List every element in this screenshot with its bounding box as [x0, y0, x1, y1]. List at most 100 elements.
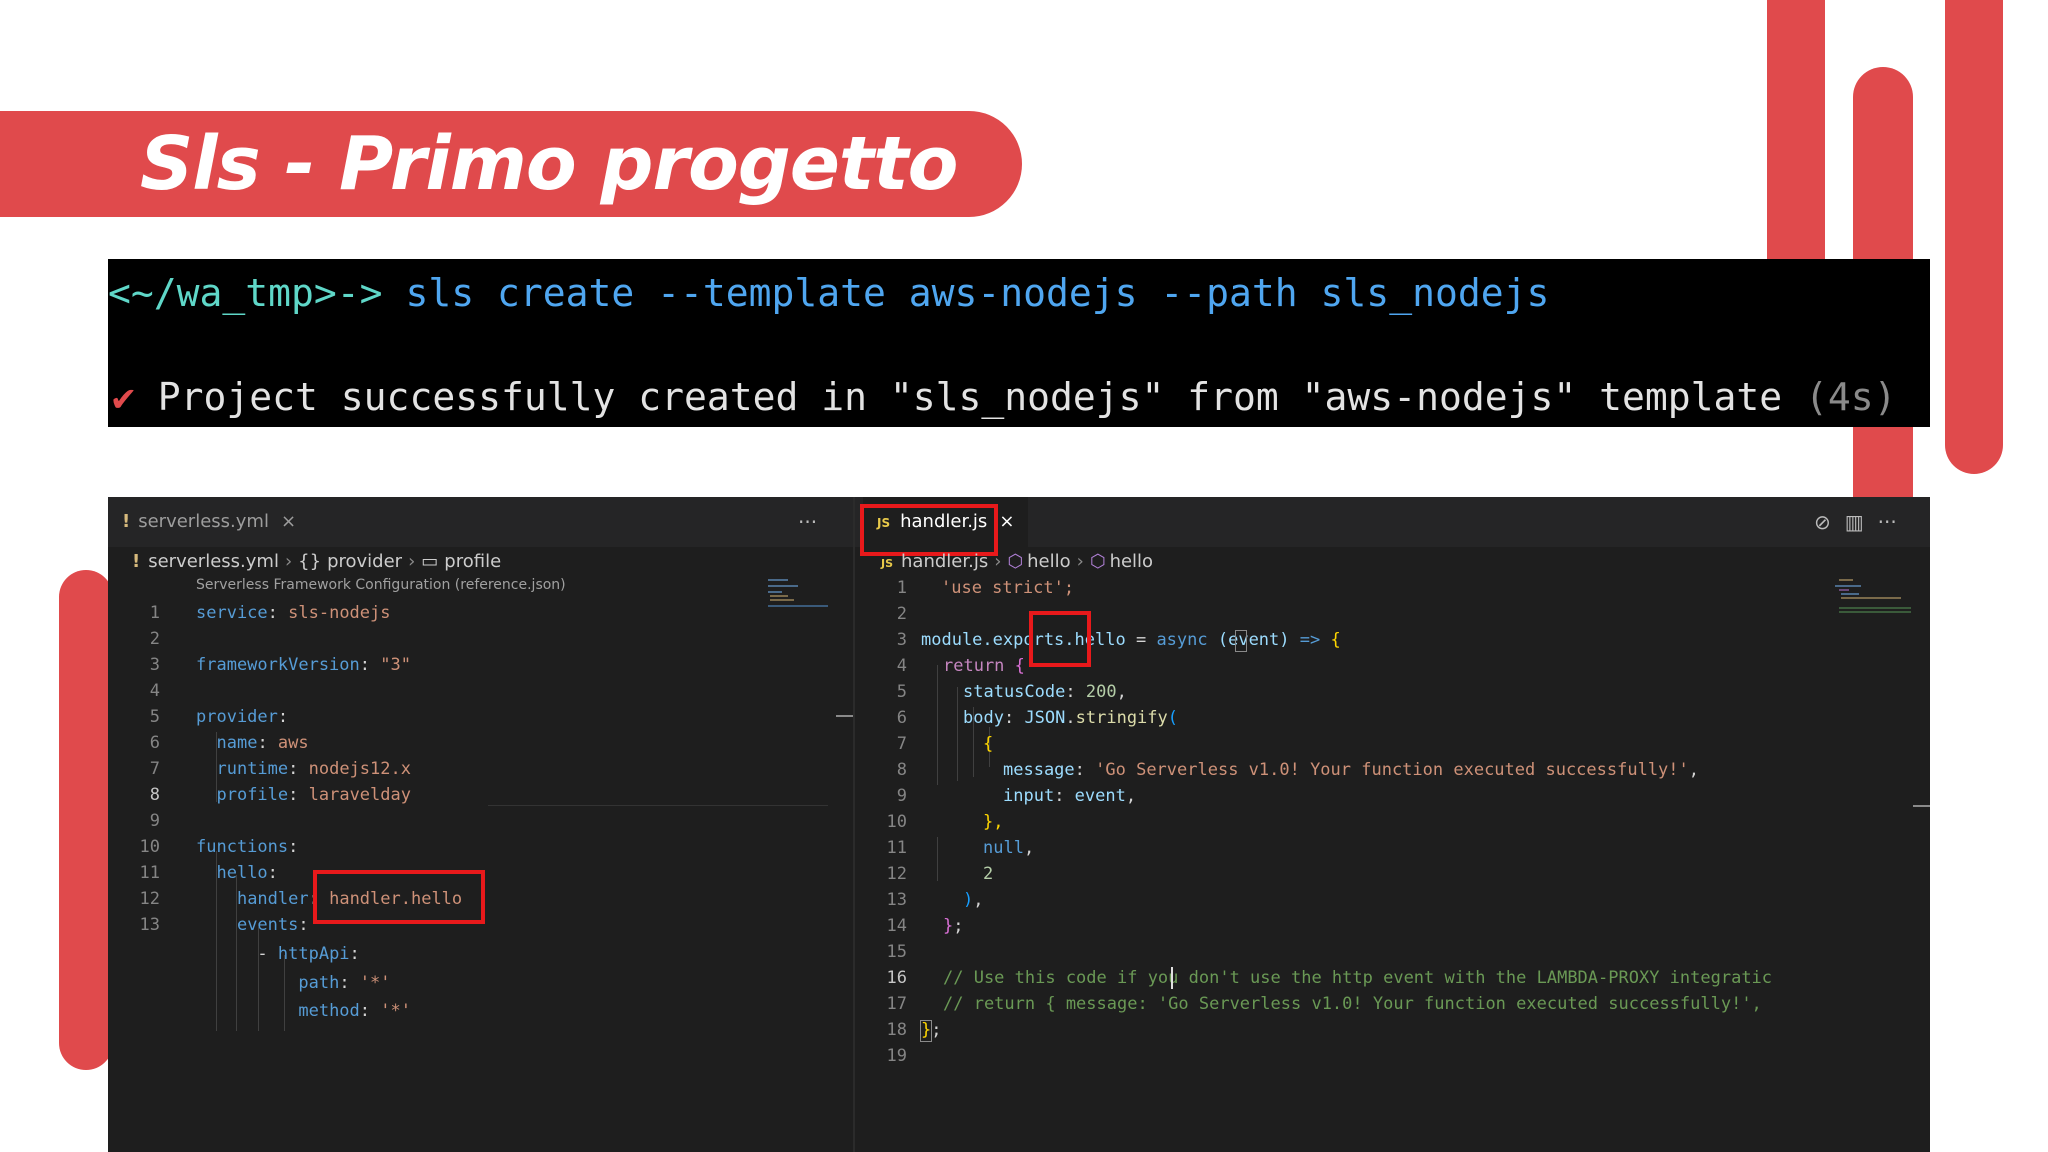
close-icon[interactable]: ×	[999, 511, 1014, 532]
line-number: 10	[139, 837, 160, 857]
chevron-right-icon: ›	[408, 551, 416, 572]
code-line: statusCode: 200,	[963, 682, 1127, 702]
line-number: 5	[149, 707, 160, 727]
code-line: body: JSON.stringify(	[963, 708, 1179, 728]
breadcrumb-item[interactable]: provider	[327, 551, 402, 572]
line-number: 10	[886, 812, 907, 832]
code-line: // Use this code if you don't use the ht…	[943, 968, 1773, 988]
line-number: 8	[896, 760, 907, 780]
chevron-right-icon: ›	[1076, 551, 1084, 572]
line-number: 19	[886, 1046, 907, 1066]
breadcrumb-item[interactable]: hello	[1110, 551, 1154, 572]
line-number: 4	[896, 656, 907, 676]
code-line: service: sls-nodejs	[196, 603, 391, 623]
close-icon[interactable]: ×	[281, 511, 296, 532]
line-number: 4	[149, 681, 160, 701]
terminal-prompt: <~/wa_tmp>->	[108, 271, 383, 315]
terminal-duration: (4s)	[1805, 375, 1897, 419]
decor-bar-right-2	[1945, 0, 2003, 474]
yaml-file-icon: !	[132, 551, 141, 572]
line-number: 9	[896, 786, 907, 806]
line-number: 18	[886, 1020, 907, 1040]
scrollbar-marker	[836, 715, 853, 717]
code-line: 'use strict';	[941, 578, 1075, 598]
tab-label: serverless.yml	[138, 511, 269, 532]
more-actions-button[interactable]: ···	[1878, 510, 1897, 534]
code-line: input: event,	[1003, 786, 1137, 806]
editor-actions: ⊘ ▥ ···	[1800, 497, 1897, 547]
breadcrumb: JS handler.js › ⬡ hello › ⬡ hello	[855, 549, 1930, 575]
line-number: 6	[149, 733, 160, 753]
line-number: 7	[896, 734, 907, 754]
code-line: runtime: nodejs12.x	[216, 759, 411, 779]
schema-hint: Serverless Framework Configuration (refe…	[196, 577, 566, 593]
matched-bracket	[920, 1020, 932, 1042]
line-number: 11	[139, 863, 160, 883]
highlight-hello-export	[1029, 611, 1091, 667]
code-line: module.exports.hello = async (event) => …	[921, 630, 1341, 650]
method-icon: ⬡	[1007, 551, 1024, 572]
matched-bracket	[1235, 630, 1247, 652]
tab-serverless-yml[interactable]: ! serverless.yml ×	[108, 497, 310, 547]
line-number: 12	[139, 889, 160, 909]
field-icon: ▭	[421, 551, 439, 572]
code-line: name: aws	[216, 733, 309, 753]
editor-pane-handler-js: JS handler.js × ⊘ ▥ ··· JS handler.js › ⬡ hello ›…	[855, 497, 1930, 1152]
indent-guide	[937, 837, 938, 881]
method-icon: ⬡	[1089, 551, 1106, 572]
line-number: 15	[886, 942, 907, 962]
braces-icon: {}	[298, 551, 322, 572]
terminal-result: Project successfully created in "sls_nod…	[157, 375, 1783, 419]
code-line: // return { message: 'Go Serverless v1.0…	[943, 994, 1762, 1014]
highlight-handler-value	[313, 870, 485, 924]
code-line: {	[983, 734, 994, 754]
line-number: 2	[896, 604, 907, 624]
yaml-file-icon: !	[122, 511, 131, 532]
line-number: 1	[149, 603, 160, 623]
code-line: method: '*'	[298, 1001, 411, 1021]
line-number: 8	[149, 785, 160, 805]
line-number: 3	[896, 630, 907, 650]
code-line: 2	[983, 864, 994, 884]
code-line: null,	[983, 838, 1035, 858]
terminal-result-line: ✔ Project successfully created in "sls_n…	[112, 375, 1897, 419]
code-line: frameworkVersion: "3"	[196, 655, 411, 675]
line-number: 7	[149, 759, 160, 779]
hide-icon[interactable]: ⊘	[1814, 510, 1831, 534]
chevron-right-icon: ›	[994, 551, 1002, 572]
current-line-divider	[488, 805, 828, 806]
line-number: 11	[886, 838, 907, 858]
line-number: 1	[896, 578, 907, 598]
terminal-output: <~/wa_tmp>-> sls create --template aws-n…	[108, 259, 1930, 427]
slide-title: Sls - Primo progetto	[140, 121, 959, 207]
scrollbar-marker	[1913, 805, 1930, 807]
minimap	[1835, 577, 1915, 627]
breadcrumb-item[interactable]: handler.js	[901, 551, 988, 572]
breadcrumb-item[interactable]: profile	[444, 551, 501, 572]
line-number: 6	[896, 708, 907, 728]
code-line: provider:	[196, 707, 289, 727]
code-line: },	[983, 812, 1004, 832]
line-number: 3	[149, 655, 160, 675]
split-editor-icon[interactable]: ▥	[1845, 510, 1864, 534]
code-line: functions:	[196, 837, 299, 857]
decor-bar-right-1	[1767, 0, 1825, 260]
chevron-right-icon: ›	[284, 551, 293, 572]
code-line: events:	[236, 915, 309, 935]
code-line: profile: laravelday	[216, 785, 411, 805]
more-actions-button[interactable]: ···	[798, 497, 817, 547]
breadcrumb-item[interactable]: serverless.yml	[148, 551, 279, 572]
code-line: path: '*'	[298, 973, 391, 993]
code-editor: ! serverless.yml × ··· ! serverless.yml ›{} p…	[108, 497, 1930, 1152]
code-line: - httpApi:	[196, 944, 360, 964]
terminal-command: sls create --template aws-nodejs --path …	[405, 271, 1550, 315]
breadcrumb: ! serverless.yml ›{} provider › ▭ profile	[108, 549, 853, 575]
indent-guide	[937, 665, 938, 785]
line-number: 16	[886, 968, 907, 988]
code-line: ),	[963, 890, 984, 910]
tab-bar: JS handler.js × ⊘ ▥ ···	[855, 497, 1930, 547]
line-number: 13	[886, 890, 907, 910]
breadcrumb-item[interactable]: hello	[1027, 551, 1071, 572]
minimap	[768, 577, 838, 637]
indent-guide	[957, 687, 958, 781]
